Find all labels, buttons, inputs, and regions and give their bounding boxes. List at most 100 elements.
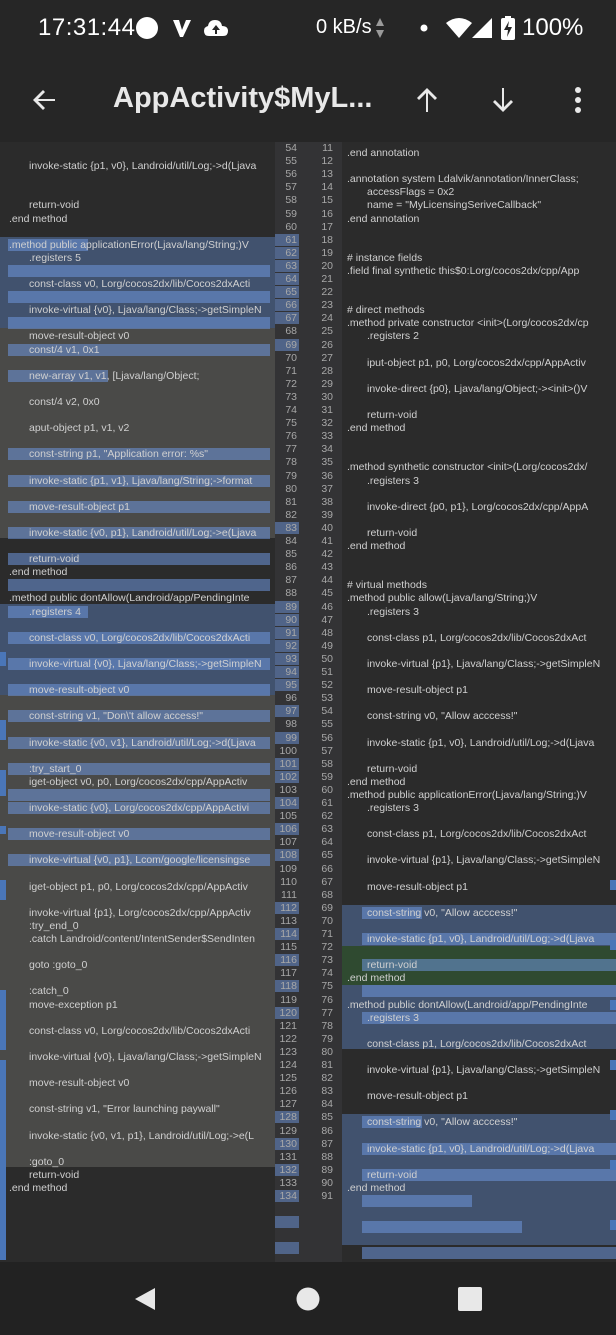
code-line: return-void: [29, 1168, 80, 1181]
nav-recents-button[interactable]: [455, 1284, 485, 1314]
left-line-number: 123: [279, 1045, 297, 1058]
right-line-number: 62: [321, 810, 333, 823]
code-line: .end method: [347, 1181, 406, 1194]
code-line: invoke-static {p1, v0}, Landroid/util/Lo…: [367, 1142, 595, 1155]
left-code-pane[interactable]: invoke-static {p1, v0}, Landroid/util/Lo…: [0, 142, 275, 1262]
code-line: const-class v0, Lorg/cocos2dx/lib/Cocos2…: [29, 278, 251, 290]
right-line-number: 24: [321, 312, 333, 325]
code-line: const/4 v2, 0x0: [29, 395, 100, 408]
code-line: invoke-static {v0, v1, p1}, Landroid/uti…: [29, 1129, 255, 1142]
code-line: invoke-static {v0, p1}, Landroid/util/Lo…: [29, 526, 257, 539]
code-line: .end method: [347, 972, 406, 985]
left-line-number: 82: [285, 508, 297, 521]
right-line-number: 85: [321, 1111, 333, 1124]
overview-marker: [610, 1220, 616, 1230]
right-line-number: 87: [321, 1137, 333, 1150]
overview-marker: [610, 1060, 616, 1070]
code-line: invoke-virtual {v0, p1}, Lcom/google/lic…: [29, 854, 251, 867]
left-line-number: 96: [285, 692, 297, 705]
right-line-number: 32: [321, 417, 333, 430]
code-line: invoke-static {p1, v0}, Landroid/util/Lo…: [367, 933, 595, 945]
left-line-number: 87: [285, 574, 297, 587]
code-line: return-void: [367, 959, 418, 972]
status-bar: 17:31:44 0 kB/s 100%: [0, 0, 616, 58]
status-time: 17:31:44: [38, 14, 136, 41]
left-line-number: 107: [279, 836, 297, 849]
right-line-number: 41: [321, 535, 333, 547]
code-line: name = "MyLicensingSeriveCallback": [367, 199, 542, 212]
change-highlight: [8, 264, 270, 277]
code-line: move-result-object p1: [367, 1090, 468, 1103]
next-change-button[interactable]: [481, 78, 525, 122]
left-line-number: 78: [285, 456, 297, 469]
more-options-button[interactable]: [556, 78, 600, 122]
page-title: AppActivity$MyL...: [113, 82, 373, 114]
right-code-pane[interactable]: .end annotation .annotation system Ldalvi…: [342, 142, 616, 1262]
left-line-number: 69: [285, 338, 297, 351]
left-line-number: 64: [285, 273, 297, 285]
left-line-number: 98: [285, 718, 297, 731]
right-line-number: 80: [321, 1045, 333, 1058]
right-line-number: 44: [321, 574, 333, 587]
left-line-number: 63: [285, 259, 297, 272]
code-line: .method public applicationError(Ljava/la…: [9, 238, 249, 251]
code-line: .method private constructor <init>(Lorg/…: [347, 317, 589, 330]
back-button[interactable]: [22, 78, 66, 122]
code-line: .method synthetic constructor <init>(Lor…: [347, 461, 588, 474]
code-line: .end annotation: [347, 147, 420, 159]
diff-view[interactable]: invoke-static {p1, v0}, Landroid/util/Lo…: [0, 142, 616, 1262]
code-line: .registers 3: [367, 605, 419, 618]
code-line: move-exception p1: [29, 998, 118, 1011]
right-line-number: 56: [321, 731, 333, 744]
code-line: invoke-direct {p0}, Ljava/lang/Object;->…: [367, 382, 588, 395]
code-line: .method public dontAllow(Landroid/app/Pe…: [9, 592, 250, 605]
code-line: .catch Landroid/content/IntentSender$Sen…: [29, 933, 255, 945]
right-line-number: 35: [321, 456, 333, 469]
code-line: invoke-static {v0}, Lorg/cocos2dx/cpp/Ap…: [29, 802, 250, 814]
right-line-number: 91: [321, 1190, 333, 1202]
left-line-number: 132: [279, 1163, 297, 1176]
right-line-number: 84: [321, 1098, 333, 1111]
right-line-number: 70: [321, 914, 333, 927]
code-line: const-string v0, "Allow acccess!": [367, 1116, 518, 1129]
prev-change-button[interactable]: [405, 78, 449, 122]
code-line: iput-object p1, p0, Lorg/cocos2dx/cpp/Ap…: [367, 356, 586, 369]
left-line-number: 93: [285, 652, 297, 665]
code-line: const/4 v1, 0x1: [29, 343, 100, 356]
right-line-number: 20: [321, 259, 333, 272]
code-line: .field final synthetic this$0:Lorg/cocos…: [347, 264, 580, 277]
code-line: move-result-object v0: [29, 1077, 130, 1090]
overview-marker: [0, 770, 6, 796]
right-line-number: 71: [321, 928, 333, 940]
code-line: invoke-virtual {v0}, Ljava/lang/Class;->…: [29, 1050, 262, 1063]
left-line-number: 129: [279, 1124, 297, 1137]
nav-back-button[interactable]: [130, 1284, 160, 1314]
left-line-number: 70: [285, 351, 297, 364]
code-line: .registers 5: [29, 251, 81, 264]
right-line-number: 39: [321, 508, 333, 521]
v-logo-icon: [170, 14, 194, 42]
nav-home-button[interactable]: [293, 1284, 323, 1314]
arrow-up-icon: [417, 88, 437, 112]
right-line-number: 66: [321, 862, 333, 875]
code-line: .end method: [347, 540, 406, 552]
code-line: invoke-virtual {v0}, Ljava/lang/Class;->…: [29, 657, 262, 670]
left-line-number: 127: [279, 1098, 297, 1111]
left-line-number: 88: [285, 587, 297, 600]
right-line-number: 77: [321, 1006, 333, 1019]
code-line: invoke-virtual {p1}, Ljava/lang/Class;->…: [367, 854, 601, 867]
right-line-number: 54: [321, 705, 333, 718]
overview-marker: [0, 990, 6, 1050]
left-line-number: 124: [279, 1059, 297, 1071]
code-line: .method public applicationError(Ljava/la…: [347, 788, 587, 801]
right-line-number: 46: [321, 600, 333, 613]
battery-percent: 100%: [522, 14, 584, 41]
code-line: .registers 2: [367, 330, 419, 343]
left-line-number: 89: [285, 600, 297, 613]
gutter-highlight: [275, 1216, 299, 1229]
code-line: .method public dontAllow(Landroid/app/Pe…: [347, 998, 588, 1011]
code-line: const-class p1, Lorg/cocos2dx/lib/Cocos2…: [367, 631, 587, 644]
right-line-number: 30: [321, 390, 333, 403]
code-line: new-array v1, v1, [Ljava/lang/Object;: [29, 369, 200, 382]
right-line-number: 73: [321, 954, 333, 967]
